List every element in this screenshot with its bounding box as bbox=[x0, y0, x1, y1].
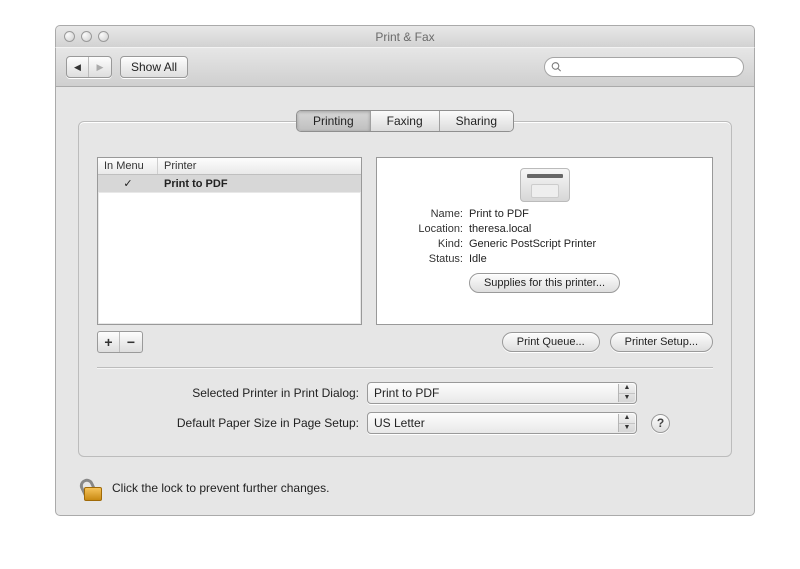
remove-printer-button[interactable]: − bbox=[120, 332, 142, 352]
show-all-button[interactable]: Show All bbox=[120, 56, 188, 78]
content-frame: Printing Faxing Sharing In Menu Printer … bbox=[78, 121, 732, 457]
back-button[interactable]: ◀ bbox=[67, 57, 89, 77]
lock-row: Click the lock to prevent further change… bbox=[82, 475, 732, 501]
selected-printer-row: Selected Printer in Print Dialog: Print … bbox=[97, 382, 713, 404]
search-field[interactable] bbox=[544, 57, 744, 77]
popup-stepper: ▲ ▼ bbox=[618, 414, 635, 432]
nav-segmented: ◀ ▶ bbox=[66, 56, 112, 78]
search-input[interactable] bbox=[566, 60, 737, 74]
printer-info: Name: Print to PDF Location: theresa.loc… bbox=[393, 208, 696, 265]
toolbar: ◀ ▶ Show All bbox=[55, 47, 755, 87]
lock-text: Click the lock to prevent further change… bbox=[112, 481, 329, 495]
titlebar: Print & Fax bbox=[55, 25, 755, 47]
prefpane-window: Print & Fax ◀ ▶ Show All Printing Faxing… bbox=[55, 25, 755, 516]
label-name: Name: bbox=[393, 208, 463, 220]
value-kind: Generic PostScript Printer bbox=[469, 238, 696, 250]
popup-stepper: ▲ ▼ bbox=[618, 384, 635, 402]
selected-printer-value: Print to PDF bbox=[374, 386, 439, 400]
pane-body: Printing Faxing Sharing In Menu Printer … bbox=[55, 87, 755, 516]
value-name: Print to PDF bbox=[469, 208, 696, 220]
paper-size-value: US Letter bbox=[374, 416, 425, 430]
col-printer[interactable]: Printer bbox=[158, 158, 361, 174]
value-location: theresa.local bbox=[469, 223, 696, 235]
printer-list-header: In Menu Printer bbox=[98, 158, 361, 175]
tab-sharing[interactable]: Sharing bbox=[440, 111, 513, 131]
tab-printing[interactable]: Printing bbox=[297, 111, 371, 131]
back-icon: ◀ bbox=[74, 62, 81, 73]
printer-icon bbox=[520, 168, 570, 202]
value-status: Idle bbox=[469, 253, 696, 265]
print-queue-button[interactable]: Print Queue... bbox=[502, 332, 600, 352]
check-icon: ✓ bbox=[123, 178, 132, 190]
forward-button[interactable]: ▶ bbox=[89, 57, 111, 77]
supplies-button[interactable]: Supplies for this printer... bbox=[469, 273, 620, 293]
lock-button[interactable] bbox=[82, 475, 104, 501]
mode-tabs: Printing Faxing Sharing bbox=[79, 110, 731, 132]
label-location: Location: bbox=[393, 223, 463, 235]
label-kind: Kind: bbox=[393, 238, 463, 250]
printer-list[interactable]: In Menu Printer ✓ Print to PDF bbox=[97, 157, 362, 325]
list-actions-row: + − Print Queue... Printer Setup... bbox=[97, 331, 713, 353]
add-remove-segment: + − bbox=[97, 331, 143, 353]
paper-size-popup[interactable]: US Letter ▲ ▼ bbox=[367, 412, 637, 434]
minus-icon: − bbox=[127, 334, 135, 350]
selected-printer-label: Selected Printer in Print Dialog: bbox=[97, 386, 367, 400]
col-in-menu[interactable]: In Menu bbox=[98, 158, 158, 174]
printer-list-row[interactable]: ✓ Print to PDF bbox=[98, 175, 361, 193]
split-view: In Menu Printer ✓ Print to PDF Name: P bbox=[97, 157, 713, 325]
in-menu-checkbox[interactable]: ✓ bbox=[98, 177, 158, 190]
printer-detail: Name: Print to PDF Location: theresa.loc… bbox=[376, 157, 713, 325]
add-printer-button[interactable]: + bbox=[98, 332, 120, 352]
printer-name-cell: Print to PDF bbox=[158, 178, 361, 190]
paper-size-row: Default Paper Size in Page Setup: US Let… bbox=[97, 412, 713, 434]
tab-faxing[interactable]: Faxing bbox=[371, 111, 440, 131]
window-title: Print & Fax bbox=[56, 30, 754, 44]
printer-setup-button[interactable]: Printer Setup... bbox=[610, 332, 713, 352]
forward-icon: ▶ bbox=[97, 62, 104, 73]
selected-printer-popup[interactable]: Print to PDF ▲ ▼ bbox=[367, 382, 637, 404]
label-status: Status: bbox=[393, 253, 463, 265]
search-icon bbox=[551, 61, 562, 73]
help-button[interactable]: ? bbox=[651, 414, 670, 433]
help-icon: ? bbox=[657, 416, 664, 430]
plus-icon: + bbox=[104, 334, 112, 350]
separator bbox=[97, 367, 713, 368]
paper-size-label: Default Paper Size in Page Setup: bbox=[97, 416, 367, 430]
